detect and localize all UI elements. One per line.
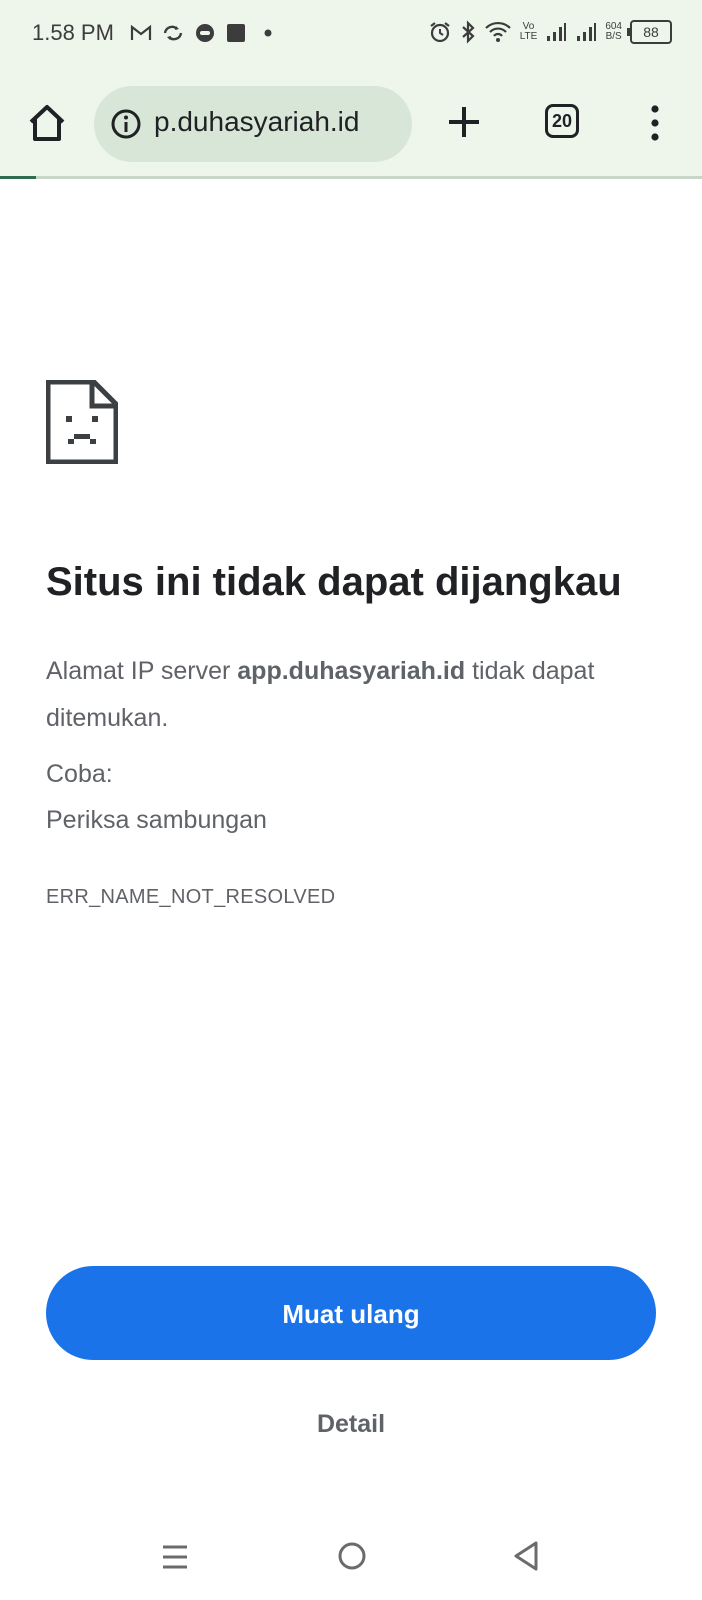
gmail-icon <box>130 24 152 40</box>
error-description: Alamat IP server app.duhasyariah.id tida… <box>46 648 666 742</box>
tab-switcher-button[interactable]: 20 <box>545 104 579 138</box>
address-bar[interactable]: p.duhasyariah.id <box>94 86 412 162</box>
wifi-icon <box>484 21 511 42</box>
desc-host: app.duhasyariah.id <box>237 657 466 685</box>
status-bar: 1.58 PM Vo LTE 604 B/S 88 <box>0 0 702 72</box>
menu-icon[interactable] <box>160 1542 190 1572</box>
alarm-icon <box>430 22 450 43</box>
app-icon <box>227 24 245 42</box>
home-circle-icon[interactable] <box>336 1540 368 1572</box>
sad-page-icon <box>46 380 118 464</box>
back-icon[interactable] <box>512 1540 540 1572</box>
try-label: Coba: <box>46 760 113 788</box>
signal-icon-2 <box>577 23 597 41</box>
volte-label-bottom: LTE <box>519 31 538 42</box>
signal-icon <box>547 23 567 41</box>
error-title: Situs ini tidak dapat dijangkau <box>46 560 622 604</box>
page-load-progress <box>0 176 702 179</box>
detail-button[interactable]: Detail <box>0 1410 702 1439</box>
net-speed-unit: B/S <box>605 31 622 42</box>
home-icon[interactable] <box>26 102 68 144</box>
sync-icon <box>163 25 183 41</box>
info-icon[interactable] <box>110 108 142 140</box>
system-nav-bar <box>0 1530 702 1600</box>
notification-icons <box>130 22 276 44</box>
error-code: ERR_NAME_NOT_RESOLVED <box>46 886 336 908</box>
status-time: 1.58 PM <box>32 20 114 45</box>
net-speed: 604 B/S <box>605 22 622 42</box>
url-text[interactable]: p.duhasyariah.id <box>154 106 404 138</box>
desc-prefix: Alamat IP server <box>46 657 238 685</box>
dot-icon <box>264 29 272 37</box>
messenger-icon <box>196 24 214 42</box>
battery-icon: 88 <box>627 20 672 44</box>
more-vert-icon[interactable] <box>640 102 670 144</box>
browser-toolbar: p.duhasyariah.id 20 <box>0 72 702 176</box>
plus-icon[interactable] <box>444 102 484 142</box>
system-icons: Vo LTE 604 B/S 88 <box>428 20 672 44</box>
progress-fill <box>0 176 36 179</box>
reload-button[interactable]: Muat ulang <box>46 1266 656 1360</box>
volte-icon: Vo LTE <box>520 22 538 42</box>
suggestion-item: Periksa sambungan <box>46 806 267 834</box>
bluetooth-icon <box>461 20 475 44</box>
